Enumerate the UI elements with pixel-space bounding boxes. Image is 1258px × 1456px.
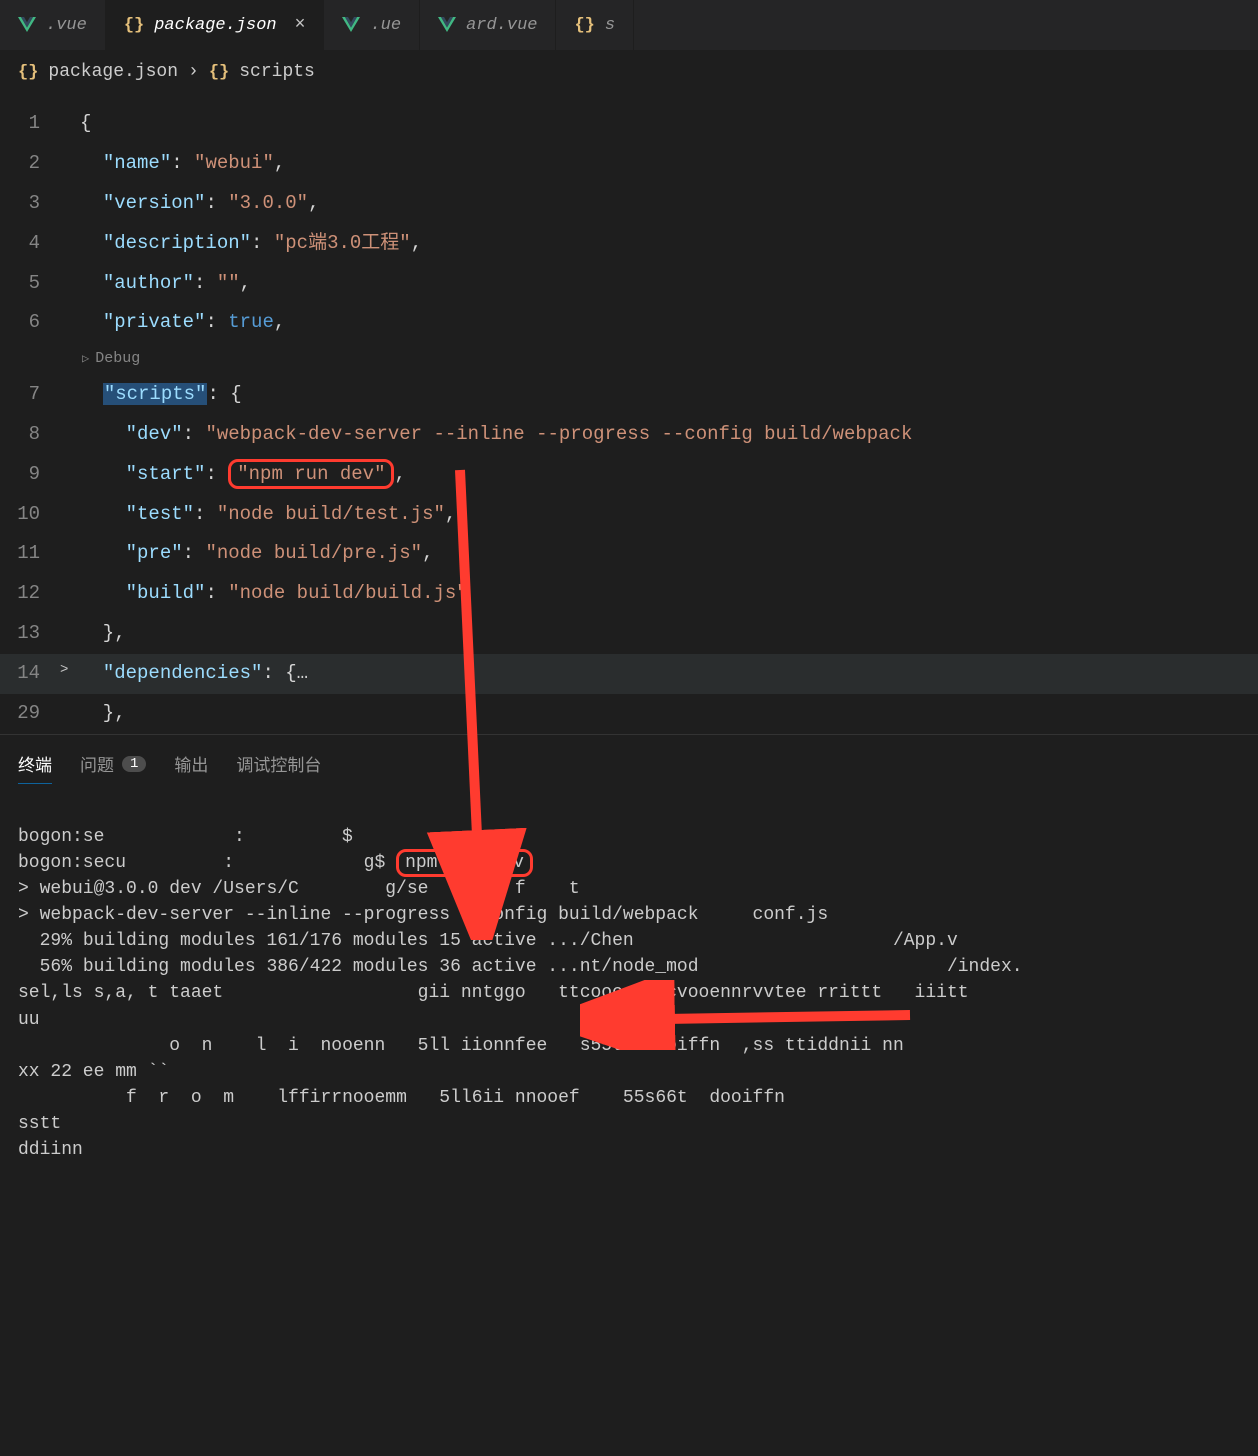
json-icon: {}: [18, 63, 38, 82]
tab-vue-3[interactable]: ard.vue: [420, 0, 556, 50]
tab-json-2[interactable]: {} s: [556, 0, 634, 50]
vue-icon: [18, 17, 36, 33]
tab-label: .vue: [46, 16, 87, 35]
code-line[interactable]: 13 },: [0, 614, 1258, 654]
terminal-line: ddiinn: [18, 1137, 1240, 1163]
terminal-line: > webui@3.0.0 dev /Users/C g/se f t: [18, 876, 1240, 902]
code-line[interactable]: 2 "name": "webui",: [0, 144, 1258, 184]
tab-package-json[interactable]: {} package.json ×: [106, 0, 325, 50]
breadcrumb[interactable]: {} package.json › {} scripts: [0, 50, 1258, 94]
code-line[interactable]: 10 "test": "node build/test.js",: [0, 495, 1258, 535]
fold-icon[interactable]: >: [60, 654, 80, 694]
code-line[interactable]: 11 "pre": "node build/pre.js",: [0, 534, 1258, 574]
chevron-right-icon: ›: [188, 62, 199, 82]
json-icon: {}: [209, 63, 229, 82]
terminal-line: f r o m lffirrnooemm 5ll6ii nnooef 55s66…: [18, 1085, 1240, 1111]
code-line[interactable]: 8 "dev": "webpack-dev-server --inline --…: [0, 415, 1258, 455]
code-line[interactable]: 5 "author": "",: [0, 264, 1258, 304]
tab-label: .ue: [370, 16, 401, 35]
vue-icon: [438, 17, 456, 33]
terminal[interactable]: bogon:se : $bogon:secu : g$ npm run dev>…: [0, 794, 1258, 1163]
code-line[interactable]: 29 },: [0, 694, 1258, 734]
debug-codelens[interactable]: ▷Debug: [80, 343, 140, 375]
code-line[interactable]: 9 "start": "npm run dev",: [0, 455, 1258, 495]
tab-vue-2[interactable]: .ue: [324, 0, 420, 50]
json-icon: {}: [574, 16, 594, 35]
terminal-line: > webpack-dev-server --inline --progress…: [18, 902, 1240, 928]
code-line[interactable]: 1{: [0, 104, 1258, 144]
tab-label: s: [605, 16, 615, 35]
code-line[interactable]: 14> "dependencies": {…: [0, 654, 1258, 694]
terminal-line: bogon:se : $: [18, 824, 1240, 850]
code-line[interactable]: 12 "build": "node build/build.js": [0, 574, 1258, 614]
panel-tabs: 终端 问题1 输出 调试控制台: [0, 734, 1258, 794]
terminal-line: xx 22 ee mm ``: [18, 1059, 1240, 1085]
terminal-line: 56% building modules 386/422 modules 36 …: [18, 954, 1240, 980]
terminal-line: sstt: [18, 1111, 1240, 1137]
terminal-line: o n l i nooenn 5ll iionnfee s55t dooiffn…: [18, 1033, 1240, 1059]
terminal-line: sel,ls s,a, t taaet gii nntggo ttcooo nc…: [18, 980, 1240, 1006]
annotation-highlight-start: "npm run dev": [228, 459, 394, 489]
editor-tabs: .vue {} package.json × .ue ard.vue {} s: [0, 0, 1258, 50]
panel-tab-problems[interactable]: 问题1: [80, 745, 146, 783]
code-line[interactable]: 6 "private": true,: [0, 303, 1258, 343]
breadcrumb-section: scripts: [239, 62, 315, 82]
tab-vue-1[interactable]: .vue: [0, 0, 106, 50]
breadcrumb-file: package.json: [48, 62, 178, 82]
panel-tab-terminal[interactable]: 终端: [18, 745, 52, 784]
terminal-line: bogon:secu : g$ npm run dev: [18, 850, 1240, 876]
tab-label: package.json: [154, 16, 276, 35]
code-editor[interactable]: 1{2 "name": "webui",3 "version": "3.0.0"…: [0, 94, 1258, 734]
terminal-line: uu: [18, 1007, 1240, 1033]
close-icon[interactable]: ×: [295, 15, 306, 35]
tab-label: ard.vue: [466, 16, 537, 35]
terminal-line: 29% building modules 161/176 modules 15 …: [18, 928, 1240, 954]
vue-icon: [342, 17, 360, 33]
annotation-highlight-command: npm run dev: [396, 849, 533, 877]
code-line[interactable]: 3 "version": "3.0.0",: [0, 184, 1258, 224]
panel-tab-output[interactable]: 输出: [174, 745, 208, 783]
json-icon: {}: [124, 16, 144, 35]
panel-tab-debug[interactable]: 调试控制台: [236, 745, 321, 783]
code-line[interactable]: 7 "scripts": {: [0, 375, 1258, 415]
code-line[interactable]: 4 "description": "pc端3.0工程",: [0, 224, 1258, 264]
problems-badge: 1: [122, 756, 146, 772]
